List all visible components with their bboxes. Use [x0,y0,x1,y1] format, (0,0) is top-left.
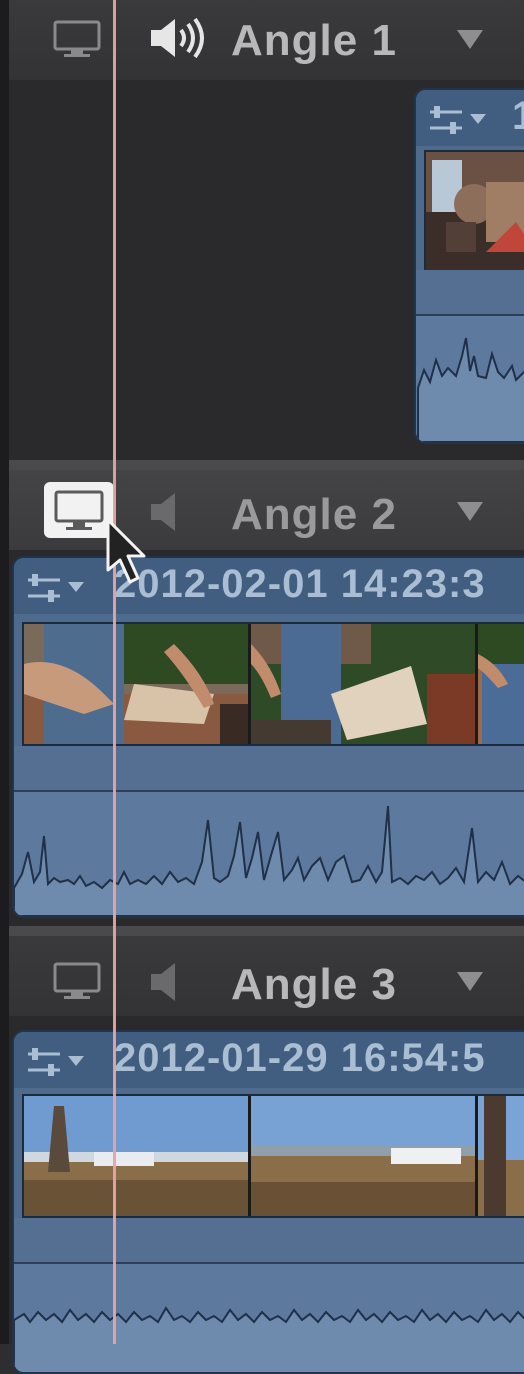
angle-separator [9,460,524,470]
video-filmstrip [22,622,524,746]
clip-settings-icon[interactable] [24,1042,94,1082]
clip-angle-3[interactable]: 2012-01-29 16:54:5 [12,1030,524,1374]
timeline-left-edge [0,0,9,1344]
triangle-down-icon[interactable] [455,28,485,50]
video-thumbnail [426,152,524,270]
clip-audio-header [14,1218,524,1262]
clip-title: 2012-01-29 16:54:5 [114,1036,486,1080]
audio-waveform [14,1264,524,1372]
video-thumbnail [251,1096,478,1216]
angle-name: Angle 3 [231,960,397,1009]
video-thumbnail [478,624,524,744]
clip-audio-header [14,746,524,790]
video-filmstrip [22,1094,524,1218]
triangle-down-icon[interactable] [455,970,485,992]
video-thumbnail [24,624,251,744]
clip-settings-icon[interactable] [426,100,496,140]
angle-3-header: Angle 3 [9,936,524,1016]
clip-angle-1[interactable]: 1 [414,88,524,444]
speaker-icon[interactable] [147,490,207,534]
clip-title: 1 [512,94,524,139]
video-thumbnail [251,624,478,744]
video-filmstrip [424,150,524,272]
monitor-icon[interactable] [49,18,105,60]
clip-title: 2012-02-01 14:23:3 [114,562,486,606]
angle-separator [9,926,524,936]
audio-waveform [416,316,524,442]
angle-1-header: Angle 1 [9,0,524,80]
video-thumbnail [478,1096,524,1216]
clip-audio-header [416,270,524,314]
triangle-down-icon[interactable] [455,500,485,522]
angle-2-header: Angle 2 [9,470,524,550]
angle-name: Angle 2 [231,490,397,539]
speaker-icon[interactable] [147,16,207,60]
angle-name: Angle 1 [231,16,397,65]
clip-title-bar: 2012-01-29 16:54:5 [14,1032,524,1088]
clip-angle-2[interactable]: 2012-02-01 14:23:3 [12,556,524,918]
video-thumbnail [24,1096,251,1216]
mouse-pointer-icon [104,518,154,588]
clip-settings-icon[interactable] [24,568,94,608]
playhead[interactable] [113,0,116,1344]
audio-waveform [14,792,524,916]
monitor-icon[interactable] [49,960,105,1002]
clip-title-bar: 2012-02-01 14:23:3 [14,558,524,614]
clip-title-bar: 1 [416,90,524,146]
speaker-icon[interactable] [147,960,207,1004]
